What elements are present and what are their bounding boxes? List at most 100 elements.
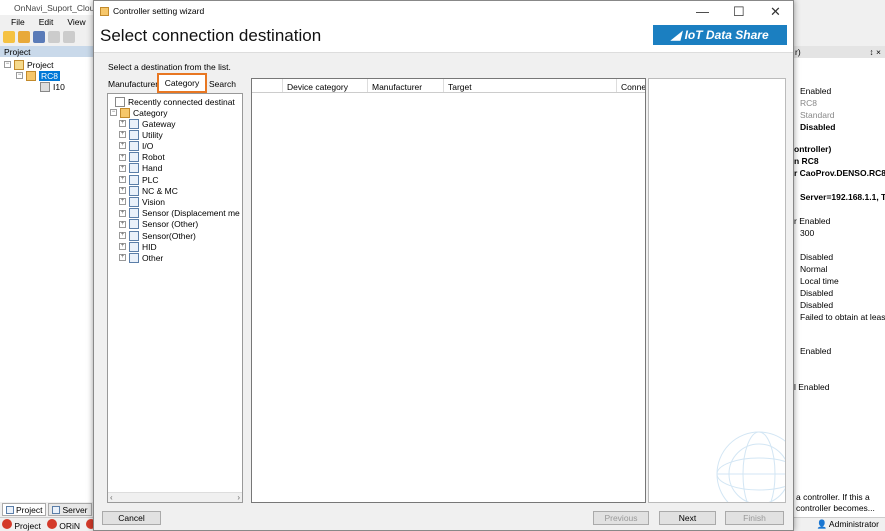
wizard-icon xyxy=(100,6,109,16)
tree-node-rc8[interactable]: − RC8 xyxy=(16,70,61,81)
property-value[interactable]: Disabled xyxy=(794,288,885,298)
project-tree: − Project − RC8 I10 xyxy=(0,57,100,502)
property-value[interactable]: Server=192.168.1.1, T xyxy=(794,192,885,202)
property-value[interactable]: r CaoProv.DENSO.RC8 xyxy=(794,168,885,178)
destination-list[interactable]: Device category Manufacturer Target Conn… xyxy=(251,78,646,503)
property-value[interactable]: Disabled xyxy=(794,122,885,132)
collapse-icon[interactable]: − xyxy=(16,72,23,79)
expand-icon[interactable]: + xyxy=(119,220,126,228)
expand-icon[interactable]: + xyxy=(119,164,126,172)
next-button[interactable]: Next xyxy=(659,511,716,525)
save-icon[interactable] xyxy=(33,31,45,43)
expand-icon[interactable]: + xyxy=(119,198,126,206)
logo-icon: ◢ xyxy=(671,28,681,42)
copy-icon[interactable] xyxy=(48,31,60,43)
tree-node-category-item[interactable]: + HID xyxy=(119,241,157,252)
tree-node-project[interactable]: − Project xyxy=(4,59,53,70)
sensor-icon xyxy=(129,230,139,241)
property-value[interactable]: r Enabled xyxy=(794,216,885,226)
expand-icon[interactable]: + xyxy=(119,153,126,161)
iot-data-share-logo: ◢ IoT Data Share xyxy=(653,25,787,45)
paste-icon[interactable] xyxy=(63,31,75,43)
property-value[interactable]: Enabled xyxy=(794,86,885,96)
column-connection[interactable]: Conne xyxy=(617,79,645,92)
tree-node-category-item[interactable]: + Gateway xyxy=(119,118,176,129)
tree-node-category-item[interactable]: + Other xyxy=(119,252,163,263)
displacement-sensor-icon xyxy=(129,208,139,219)
controller-setting-wizard-dialog: Controller setting wizard — ☐ ✕ Select c… xyxy=(93,0,802,531)
status-icon xyxy=(46,518,57,529)
tree-node-category-item[interactable]: + Sensor(Other) xyxy=(119,230,196,241)
dialog-title: Controller setting wizard xyxy=(113,6,205,16)
property-value[interactable]: Normal xyxy=(794,264,885,274)
collapse-icon[interactable]: − xyxy=(4,61,11,68)
expand-icon[interactable]: + xyxy=(119,243,126,251)
expand-icon[interactable]: + xyxy=(119,187,126,195)
property-value[interactable]: Standard xyxy=(794,110,885,120)
tree-node-recent[interactable]: Recently connected destinat xyxy=(115,96,235,107)
expand-icon[interactable]: + xyxy=(119,131,126,139)
app-title: OnNavi_Suport_Cloud xyxy=(0,0,100,15)
tab-category[interactable]: Category xyxy=(157,73,207,93)
tree-horizontal-scrollbar[interactable]: ‹ › xyxy=(108,492,242,502)
column-target[interactable]: Target xyxy=(444,79,617,92)
decorative-globe xyxy=(716,431,802,517)
hid-icon xyxy=(129,241,139,252)
previous-button[interactable]: Previous xyxy=(593,511,649,525)
property-value[interactable]: n RC8 xyxy=(794,156,885,166)
minimize-button[interactable]: — xyxy=(696,4,709,19)
maximize-button[interactable]: ☐ xyxy=(733,4,745,20)
tree-node-i10[interactable]: I10 xyxy=(40,81,65,92)
property-value[interactable]: Local time xyxy=(794,276,885,286)
tree-node-category-item[interactable]: + Utility xyxy=(119,129,163,140)
column-blank[interactable] xyxy=(252,79,283,92)
tab-project[interactable]: Project xyxy=(2,503,47,516)
tree-node-category[interactable]: − Category xyxy=(110,107,168,118)
expand-icon[interactable]: + xyxy=(119,209,126,217)
tree-node-category-item[interactable]: + Sensor (Displacement me xyxy=(119,208,240,219)
tree-node-category-item[interactable]: + Robot xyxy=(119,152,165,163)
tree-node-category-item[interactable]: + Sensor (Other) xyxy=(119,219,198,230)
menu-edit[interactable]: Edit xyxy=(39,17,54,29)
tree-node-category-item[interactable]: + I/O xyxy=(119,140,153,151)
status-project[interactable]: Project xyxy=(2,518,41,531)
property-value[interactable]: ontroller) xyxy=(794,144,885,154)
scroll-right-icon[interactable]: › xyxy=(237,493,240,502)
tree-node-category-item[interactable]: + Vision xyxy=(119,196,165,207)
server-icon xyxy=(52,505,61,514)
property-value[interactable]: Failed to obtain at least xyxy=(794,312,885,322)
new-icon[interactable] xyxy=(3,31,15,43)
close-button[interactable]: ✕ xyxy=(770,4,781,20)
cancel-button[interactable]: Cancel xyxy=(102,511,161,525)
status-orin[interactable]: ORiN xyxy=(46,518,80,531)
io-icon xyxy=(129,140,139,151)
expand-icon[interactable]: + xyxy=(119,142,126,150)
column-device-category[interactable]: Device category xyxy=(283,79,368,92)
tree-node-category-item[interactable]: + Hand xyxy=(119,163,162,174)
open-folder-icon[interactable] xyxy=(18,31,30,43)
property-value[interactable]: RC8 xyxy=(794,98,885,108)
scroll-left-icon[interactable]: ‹ xyxy=(110,493,113,502)
tab-search[interactable]: Search xyxy=(209,79,236,89)
expand-icon[interactable]: + xyxy=(119,232,126,239)
collapse-icon[interactable]: − xyxy=(110,109,117,116)
property-value[interactable]: l Enabled xyxy=(794,382,885,392)
tab-server[interactable]: Server xyxy=(48,503,92,516)
menu-file[interactable]: File xyxy=(11,17,25,29)
tree-node-category-item[interactable]: + NC & MC xyxy=(119,185,178,196)
finish-button[interactable]: Finish xyxy=(725,511,784,525)
expand-icon[interactable]: + xyxy=(119,254,126,262)
column-manufacturer[interactable]: Manufacturer xyxy=(368,79,444,92)
property-value[interactable]: Enabled xyxy=(794,346,885,356)
property-value[interactable]: 300 xyxy=(794,228,885,238)
tree-node-category-item[interactable]: + PLC xyxy=(119,174,159,185)
expand-icon[interactable]: + xyxy=(119,120,126,127)
property-value[interactable]: Disabled xyxy=(794,300,885,310)
hand-icon xyxy=(129,163,139,174)
tab-manufacturer[interactable]: Manufacturer xyxy=(108,79,158,89)
expand-icon[interactable]: + xyxy=(119,176,126,183)
sensor-icon xyxy=(129,219,139,230)
pin-close-icon[interactable]: ↕ × xyxy=(869,47,881,58)
menu-view[interactable]: View xyxy=(67,17,85,29)
property-value[interactable]: Disabled xyxy=(794,252,885,262)
